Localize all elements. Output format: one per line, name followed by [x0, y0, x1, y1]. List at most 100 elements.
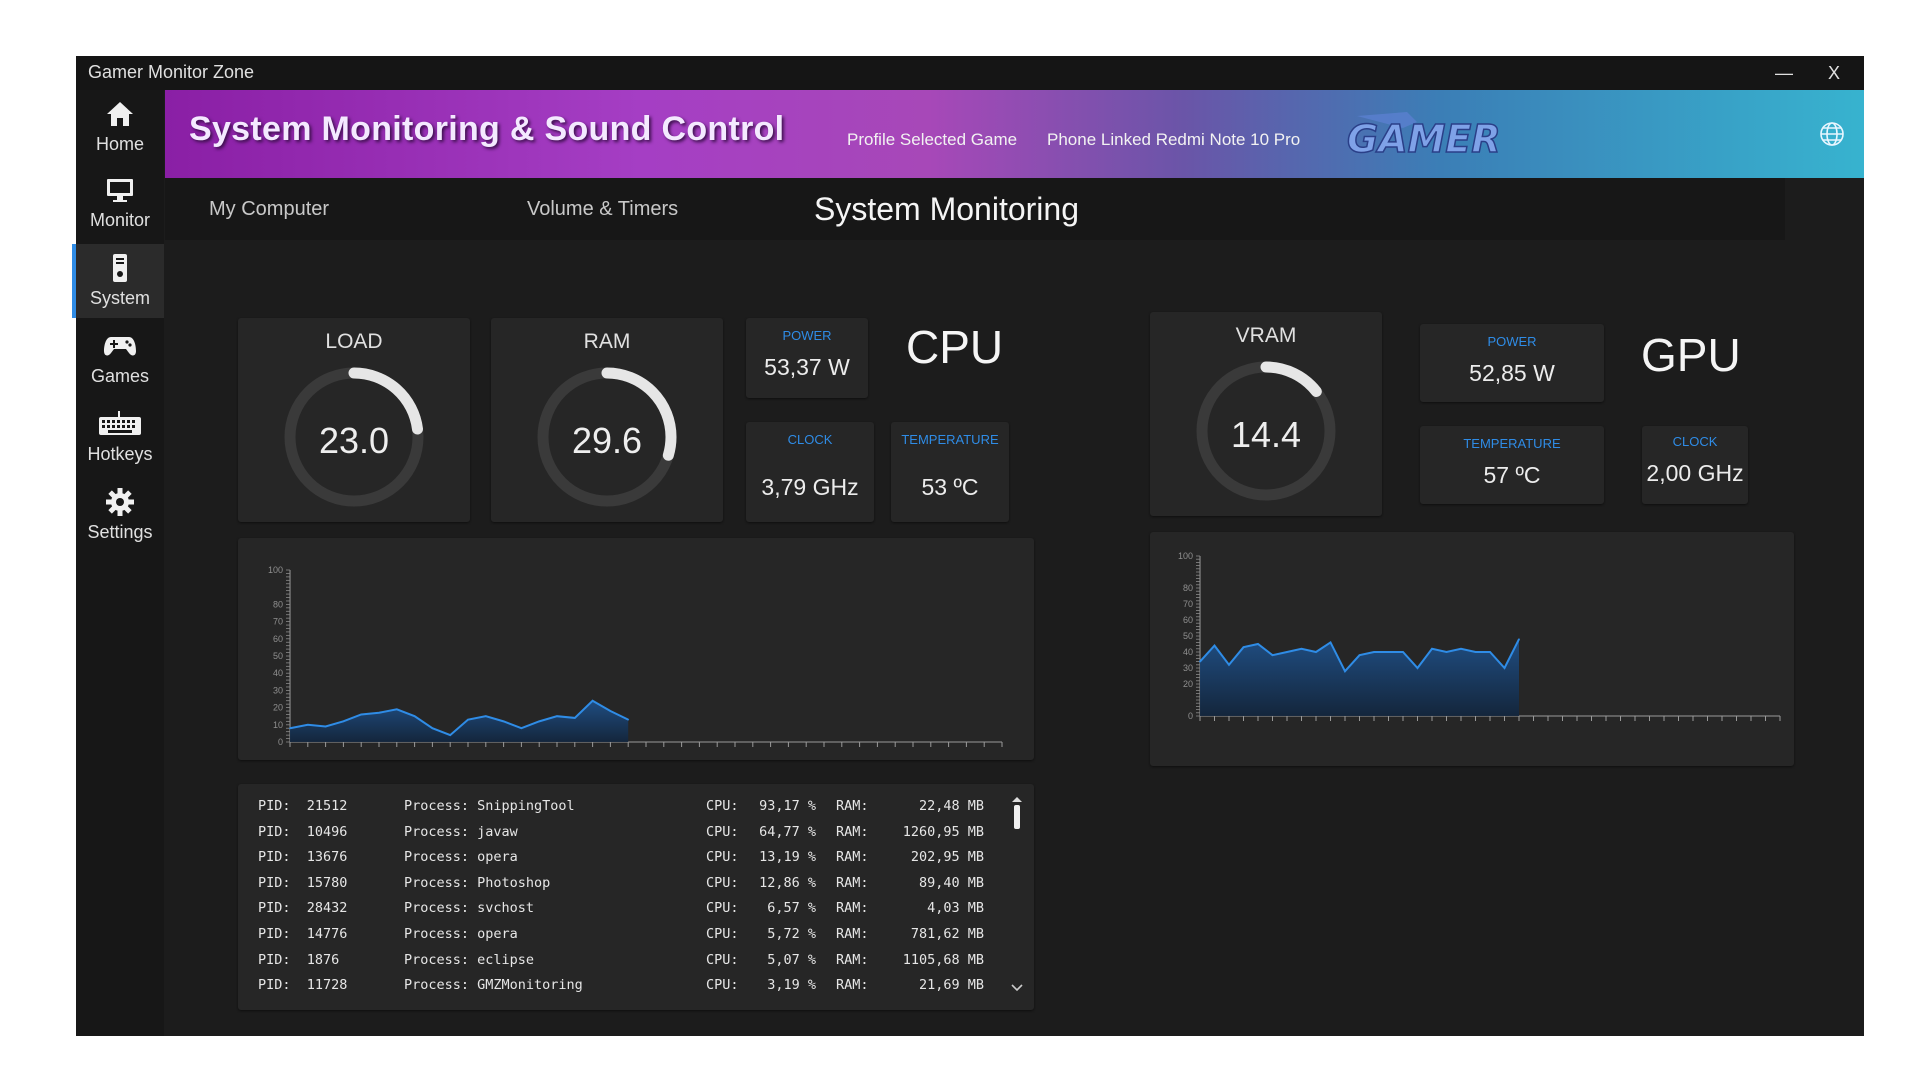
data-point [1271, 654, 1274, 656]
data-point [609, 710, 612, 712]
scroll-thumb [1014, 805, 1020, 829]
data-point [574, 717, 576, 719]
sidebar-item-settings[interactable]: Settings [76, 478, 164, 552]
data-point [449, 734, 451, 736]
process-ram: 1260,95 MB [902, 823, 984, 840]
process-ram-label: RAM: [836, 900, 869, 917]
process-cpu-label: CPU: [706, 798, 739, 814]
data-point [1257, 643, 1259, 645]
cpu-load-chart: 100 80 70 60 50 40 30 20 10 0 [238, 538, 1034, 760]
close-button[interactable]: X [1814, 58, 1854, 88]
process-pid: PID: 15780 [258, 874, 348, 891]
table-row[interactable]: PID: 21512 Process: SnippingTool CPU: 93,17… [258, 798, 1018, 822]
minimize-button[interactable]: — [1764, 58, 1804, 88]
process-process: Process: GMZMonitoring [404, 977, 583, 994]
sidebar-item-games[interactable]: Games [76, 322, 164, 396]
data-point [1402, 651, 1404, 653]
stat-label: TEMPERATURE [901, 432, 999, 447]
sidebar-item-system[interactable]: System [72, 244, 164, 318]
process-pid: PID: 21512 [258, 798, 348, 814]
y-tick-label: 50 [1183, 631, 1193, 641]
data-point [289, 727, 291, 730]
tab-my-computer[interactable]: My Computer [209, 178, 329, 240]
process-pid: PID: 11728 [258, 977, 348, 994]
stat-label: POWER [782, 328, 832, 343]
data-point [1387, 651, 1390, 653]
data-point [1213, 644, 1216, 647]
cpu-chart-svg: 10080706050403020100 [268, 565, 1003, 747]
tab-volume-timers[interactable]: Volume & Timers [527, 178, 678, 240]
data-point [1286, 651, 1288, 653]
sidebar-item-label: Settings [87, 522, 153, 542]
data-point [396, 708, 398, 711]
process-ram-label: RAM: [836, 798, 869, 814]
process-list: PID: 21512 Process: SnippingTool CPU: 93,17… [238, 784, 1034, 1010]
sidebar-item-monitor[interactable]: Monitor [76, 166, 164, 240]
y-tick-label: 50 [273, 651, 283, 661]
table-row[interactable]: PID: 11728 Process: GMZMonitoring CPU: 3,19… [258, 977, 1018, 1001]
y-tick-label: 60 [273, 634, 283, 644]
process-process: Process: javaw [404, 823, 518, 840]
stat-label: CLOCK [1672, 434, 1718, 449]
data-point [1460, 648, 1462, 650]
table-row[interactable]: PID: 28432 Process: svchost CPU: 6,57 % RAM:… [258, 900, 1018, 924]
sidebar-item-hotkeys[interactable]: Hotkeys [76, 400, 164, 474]
table-row[interactable]: PID: 15780 Process: Photoshop CPU: 12,86 % R… [258, 875, 1018, 899]
data-point [1329, 641, 1332, 644]
data-point [538, 720, 540, 723]
data-point [1474, 651, 1477, 653]
gauge-title: RAM [583, 330, 631, 353]
process-process: Process: opera [404, 926, 518, 942]
cpu-clock-card: CLOCK 3,79 GHz [746, 422, 874, 522]
data-point [556, 715, 558, 717]
sidebar-item-label: Games [90, 366, 150, 386]
table-row[interactable]: PID: 1876 Process: eclipse CPU: 5,07 % RAM: 1… [258, 952, 1018, 976]
process-cpu-label: CPU: [706, 977, 739, 994]
process-cpu: 64,77 % [759, 823, 816, 840]
process-pid: PID: 14776 [258, 926, 348, 942]
data-point [591, 699, 594, 702]
gear-icon [76, 486, 164, 518]
chevron-down-icon[interactable] [1010, 982, 1024, 994]
tab-bar: My Computer Volume & Timers System Monit… [165, 178, 1785, 240]
data-point [1358, 654, 1361, 656]
profile-status: Profile Selected Game [847, 130, 1018, 149]
sidebar-item-home[interactable]: Home [76, 90, 164, 164]
app-heading: System Monitoring & Sound Control [189, 110, 785, 148]
data-point [467, 718, 469, 721]
gauge-title: VRAM [1235, 324, 1297, 347]
process-cpu: 5,72 % [767, 926, 816, 942]
process-cpu-label: CPU: [706, 849, 739, 866]
process-cpu-label: CPU: [706, 951, 739, 968]
keyboard-icon [76, 408, 164, 440]
header-banner: System Monitoring & Sound Control Profil… [165, 90, 1864, 178]
stat-label: CLOCK [787, 432, 833, 447]
system-icon [76, 252, 164, 284]
data-point [627, 718, 629, 721]
table-row[interactable]: PID: 14776 Process: opera CPU: 5,72 % RAM: 78… [258, 926, 1018, 950]
title-bar: Gamer Monitor Zone — X [76, 56, 1864, 90]
data-point [1344, 670, 1346, 672]
process-cpu-label: CPU: [706, 823, 739, 840]
table-row[interactable]: PID: 13676 Process: opera CPU: 13,19 % RAM: 2… [258, 849, 1018, 873]
gauge-value: 29.6 [571, 420, 643, 461]
gpu-label: GPU [1641, 329, 1741, 381]
table-row[interactable]: PID: 10496 Process: javaw CPU: 64,77 % RAM: 1… [258, 824, 1018, 848]
sidebar-item-label: Hotkeys [87, 444, 153, 464]
data-point [1242, 646, 1245, 648]
stat-value: 3,79 GHz [761, 474, 859, 500]
gpu-temperature-card: TEMPERATURE 57 ºC [1420, 426, 1604, 504]
data-point [1228, 664, 1230, 666]
process-ram-label: RAM: [836, 874, 869, 891]
gpu-chart-svg: 100 80 70 60 50 40 30 20 0 [1178, 551, 1781, 721]
process-ram-label: RAM: [836, 951, 869, 968]
app-window: Gamer Monitor Zone — X Home Monitor Syst… [72, 56, 1864, 1036]
monitor-icon [76, 174, 164, 206]
process-ram: 22,48 MB [918, 798, 984, 814]
scrollbar[interactable] [1010, 796, 1024, 830]
y-tick-label: 10 [273, 720, 283, 730]
gauge-value: 23.0 [318, 420, 390, 461]
y-tick-label: 40 [1183, 647, 1193, 657]
globe-icon[interactable] [1818, 120, 1846, 153]
tab-system-monitoring[interactable]: System Monitoring [814, 178, 1079, 240]
